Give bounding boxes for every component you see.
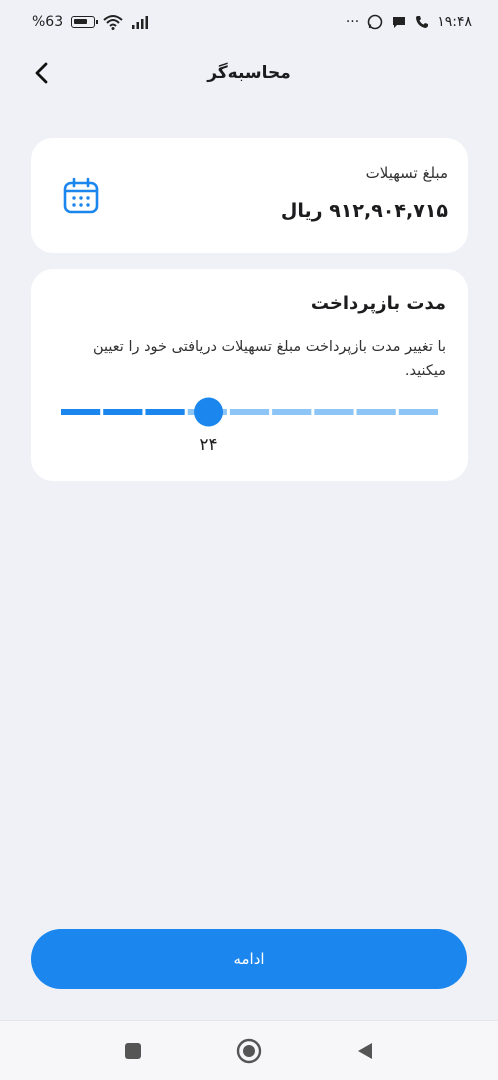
- page-title: محاسبه‌گر: [207, 63, 291, 83]
- slider-segment: [356, 409, 396, 415]
- more-notifications-icon: ···: [345, 14, 360, 30]
- repayment-term-card: مدت بازپرداخت با تغییر مدت بازپرداخت مبل…: [31, 269, 468, 481]
- loan-amount-label: مبلغ تسهیلات: [365, 164, 448, 182]
- slider-segment: [229, 409, 270, 415]
- whatsapp-icon: [367, 14, 383, 30]
- status-time: ۱۹:۴۸: [437, 14, 472, 30]
- calendar-button[interactable]: [61, 176, 101, 216]
- status-bar-right: ··· ۱۹:۴۸: [346, 14, 472, 30]
- back-button[interactable]: [26, 58, 56, 88]
- repayment-term-title: مدت بازپرداخت: [310, 293, 446, 314]
- recents-button[interactable]: [119, 1037, 147, 1065]
- slider-selected-value: ۲۴: [199, 435, 218, 455]
- loan-amount-value: ۹۱۲,۹۰۴,۷۱۵ ریال: [280, 200, 448, 222]
- app-bar: محاسبه‌گر: [0, 44, 498, 102]
- slider-thumb[interactable]: [194, 397, 224, 427]
- calendar-icon: [63, 177, 99, 214]
- slider-segment: [272, 409, 312, 415]
- wifi-icon: [103, 15, 123, 30]
- slider-segment: [398, 409, 438, 415]
- status-bar: %63 ··· ۱۹:۴۸: [0, 0, 498, 44]
- circle-icon: [236, 1038, 262, 1063]
- battery-percentage: %63: [32, 14, 64, 30]
- signal-icon: [132, 16, 149, 29]
- continue-button[interactable]: ادامه: [31, 929, 467, 989]
- square-icon: [125, 1042, 141, 1059]
- system-back-button[interactable]: [351, 1037, 379, 1065]
- slider-segment: [314, 409, 354, 415]
- system-nav-bar: [0, 1020, 498, 1080]
- slider-segment: [61, 409, 101, 415]
- loan-amount-card: مبلغ تسهیلات ۹۱۲,۹۰۴,۷۱۵ ریال: [31, 138, 468, 253]
- slider-segment: [145, 409, 185, 415]
- repayment-term-description: با تغییر مدت بازپرداخت مبلغ تسهیلات دریا…: [93, 339, 446, 379]
- slider-track: [61, 397, 438, 427]
- triangle-icon: [358, 1042, 372, 1059]
- message-icon: [393, 17, 406, 28]
- repayment-term-slider[interactable]: [61, 397, 438, 427]
- phone-icon: [416, 16, 429, 28]
- slider-segment: [103, 409, 143, 415]
- home-button[interactable]: [235, 1037, 263, 1065]
- status-bar-left: %63: [32, 14, 151, 30]
- battery-icon: [71, 16, 99, 28]
- chevron-left-icon: [35, 62, 48, 84]
